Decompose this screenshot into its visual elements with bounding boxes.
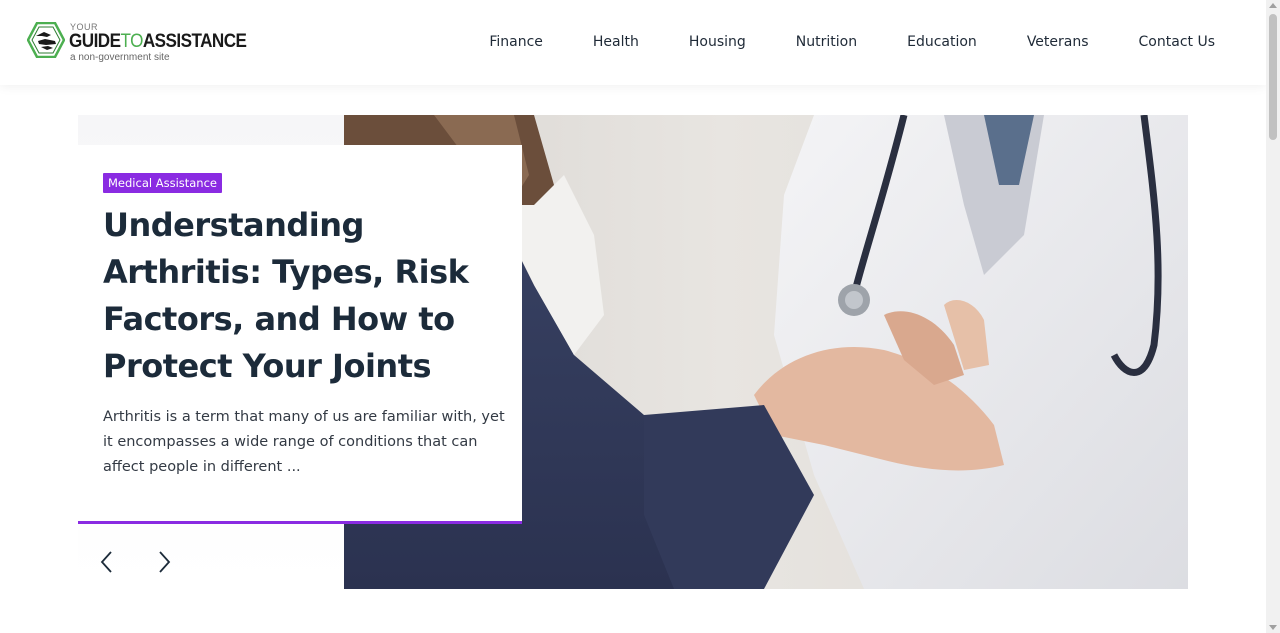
next-slide-glyph — [159, 551, 171, 573]
article-title[interactable]: Understanding Arthritis: Types, Risk Fac… — [103, 202, 503, 390]
chevron-left-icon[interactable] — [96, 547, 118, 577]
logo-tagline: a non-government site — [70, 52, 170, 63]
nav-housing[interactable]: Housing — [689, 34, 746, 50]
scrollbar-thumb[interactable] — [1269, 14, 1277, 140]
nav-health[interactable]: Health — [593, 34, 639, 50]
featured-article-card: Medical Assistance Understanding Arthrit… — [78, 145, 522, 524]
logo-guide: GUIDE — [69, 31, 121, 52]
logo-wordmark: GUIDETOASSISTANCE — [69, 31, 247, 53]
chevron-right-icon[interactable] — [153, 547, 175, 577]
nav-finance[interactable]: Finance — [489, 34, 543, 50]
category-badge[interactable]: Medical Assistance — [103, 173, 222, 193]
article-excerpt: Arthritis is a term that many of us are … — [103, 409, 505, 475]
site-header: YOUR GUIDETOASSISTANCE a non-government … — [0, 0, 1266, 85]
nav-nutrition[interactable]: Nutrition — [796, 34, 857, 50]
prev-slide-glyph — [100, 551, 112, 573]
scroll-up-arrow-icon[interactable] — [1269, 3, 1277, 8]
logo-assistance: ASSISTANCE — [142, 31, 247, 52]
site-logo[interactable]: YOUR GUIDETOASSISTANCE a non-government … — [27, 20, 247, 64]
hands-logo-icon — [27, 22, 65, 58]
nav-education[interactable]: Education — [907, 34, 977, 50]
main-nav: Finance Health Housing Nutrition Educati… — [489, 34, 1215, 50]
scroll-down-arrow-icon[interactable] — [1269, 625, 1277, 630]
logo-to: TO — [120, 31, 143, 52]
nav-contact-us[interactable]: Contact Us — [1139, 34, 1215, 50]
page-scrollbar[interactable] — [1266, 0, 1280, 633]
nav-veterans[interactable]: Veterans — [1027, 34, 1089, 50]
